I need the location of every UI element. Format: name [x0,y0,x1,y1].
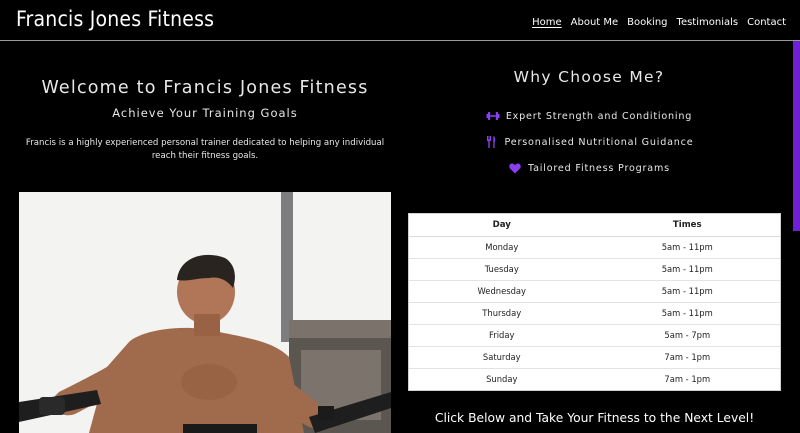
day-cell: Saturday [409,346,595,369]
feature-label: Tailored Fitness Programs [528,162,670,174]
time-cell: 7am - 1pm [594,346,780,369]
welcome-subtitle: Achieve Your Training Goals [112,106,298,120]
brand-logo[interactable]: Francis Jones Fitness [16,7,214,31]
day-cell: Sunday [486,374,518,385]
utensils-icon [485,136,499,148]
table-row: Monday 5am - 11pm [409,236,780,259]
feature-item: Personalised Nutritional Guidance [409,129,769,155]
feature-label: Personalised Nutritional Guidance [504,136,694,148]
day-cell: Tuesday [409,258,595,281]
nav-links: Home About Me Booking Testimonials Conta… [532,17,786,28]
opening-hours-table: Day Times Monday 5am - 11pm Tuesday 5am … [408,213,781,391]
feature-label: Expert Strength and Conditioning [505,110,693,122]
day-cell: Monday [409,236,595,259]
time-cell: 5am - 7pm [594,324,780,347]
welcome-title: Welcome to Francis Jones Fitness [41,78,369,98]
feature-item: Expert Strength and Conditioning [409,103,769,129]
table-row: Saturday 7am - 1pm [409,346,780,369]
cta-heading: Click Below and Take Your Fitness to the… [434,411,755,425]
nav-home[interactable]: Home [532,17,562,28]
day-cell: Thursday [409,302,595,325]
feature-list: Expert Strength and Conditioning Persona… [409,103,769,181]
welcome-description: Francis is a highly experienced personal… [25,138,385,161]
table-row: Thursday 5am - 11pm [409,302,780,325]
nav-testimonials[interactable]: Testimonials [677,17,739,28]
nav-contact[interactable]: Contact [747,17,786,28]
nav-about[interactable]: About Me [571,17,619,28]
day-cell: Wednesday [409,280,595,303]
trainer-photo [19,192,391,433]
time-cell: 5am - 11pm [594,280,780,303]
feature-item: Tailored Fitness Programs [409,155,769,181]
column-header-day: Day [409,214,595,237]
dumbbell-icon [486,110,500,122]
nav-booking[interactable]: Booking [627,17,667,28]
table-row: Tuesday 5am - 11pm [409,258,780,281]
scrollbar-thumb[interactable] [793,41,800,231]
time-cell: 7am - 1pm [664,374,711,385]
table-row: Friday 5am - 7pm [409,324,780,347]
time-cell: 5am - 11pm [594,258,780,281]
day-cell: Friday [409,324,595,347]
navbar: Francis Jones Fitness Home About Me Book… [0,0,800,41]
why-choose-title: Why Choose Me? [513,68,665,86]
heart-icon [508,162,522,174]
table-row: Wednesday 5am - 11pm [409,280,780,303]
time-cell: 5am - 11pm [594,302,780,325]
column-header-times: Times [594,214,780,237]
table-row: Sunday 7am - 1pm [409,368,780,390]
time-cell: 5am - 11pm [594,236,780,259]
table-header-row: Day Times [409,214,780,237]
